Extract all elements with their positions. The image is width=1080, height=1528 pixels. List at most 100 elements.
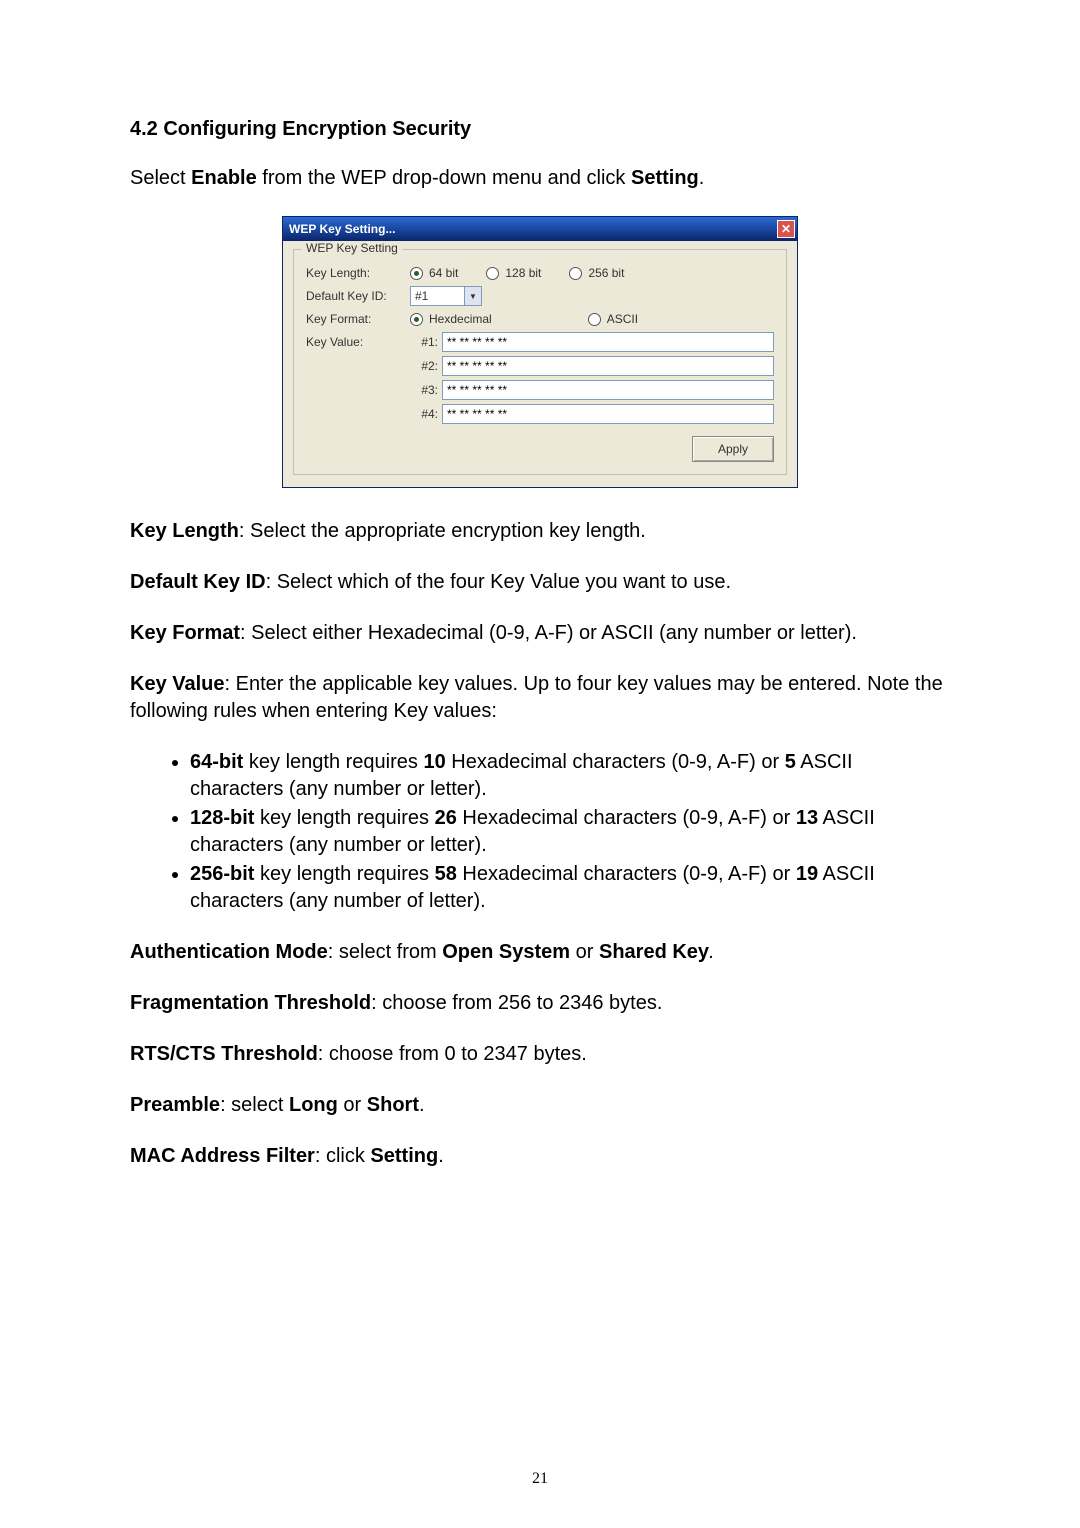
desc-key-value: Key Value: Enter the applicable key valu… <box>130 671 950 725</box>
text: key length requires <box>243 751 423 773</box>
key-length-row: Key Length: 64 bit 128 bit 256 bit <box>306 266 774 280</box>
key-index-2: #2: <box>410 359 442 373</box>
text: Select <box>130 167 191 189</box>
key-value-rules-list: 64-bit key length requires 10 Hexadecima… <box>130 749 950 915</box>
text: : choose from 256 to 2346 bytes. <box>371 992 662 1014</box>
key-value-4-input[interactable] <box>442 404 774 424</box>
desc-key-length: Key Length: Select the appropriate encry… <box>130 518 950 545</box>
text-bold: Key Length <box>130 520 239 542</box>
text-bold: Default Key ID <box>130 571 266 593</box>
radio-256bit-label: 256 bit <box>588 266 624 280</box>
text: : Enter the applicable key values. Up to… <box>130 673 943 722</box>
text: . <box>699 167 705 189</box>
text: : Select which of the four Key Value you… <box>266 571 731 593</box>
key-value-3-input[interactable] <box>442 380 774 400</box>
default-key-id-select[interactable]: #1 ▼ <box>410 286 482 306</box>
key-value-2-input[interactable] <box>442 356 774 376</box>
radio-64bit-label: 64 bit <box>429 266 458 280</box>
text-bold: Setting <box>370 1145 438 1167</box>
key-value-row-2: #2: <box>306 356 774 376</box>
text-bold: RTS/CTS Threshold <box>130 1043 318 1065</box>
radio-hexdecimal[interactable] <box>410 313 423 326</box>
text: . <box>419 1094 425 1116</box>
text-bold: Setting <box>631 167 699 189</box>
desc-authentication-mode: Authentication Mode: select from Open Sy… <box>130 939 950 966</box>
wep-key-setting-fieldset: WEP Key Setting Key Length: 64 bit 128 b… <box>293 249 787 475</box>
text: Hexadecimal characters (0-9, A-F) or <box>457 807 796 829</box>
page-number: 21 <box>0 1470 1080 1488</box>
key-value-label: Key Value: <box>306 335 410 349</box>
select-value: #1 <box>415 289 428 303</box>
text-bold: Authentication Mode <box>130 941 328 963</box>
text-bold: Enable <box>191 167 257 189</box>
text: : click <box>315 1145 371 1167</box>
default-key-id-label: Default Key ID: <box>306 289 410 303</box>
text: or <box>570 941 599 963</box>
key-format-label: Key Format: <box>306 312 410 326</box>
text-bold: Long <box>289 1094 338 1116</box>
desc-default-key-id: Default Key ID: Select which of the four… <box>130 569 950 596</box>
text: : Select either Hexadecimal (0-9, A-F) o… <box>240 622 857 644</box>
text: : select <box>220 1094 289 1116</box>
apply-button[interactable]: Apply <box>692 436 774 462</box>
fieldset-legend: WEP Key Setting <box>302 241 402 255</box>
dialog-title: WEP Key Setting... <box>289 222 395 236</box>
text-bold: Key Value <box>130 673 225 695</box>
text-bold: 19 <box>796 863 818 885</box>
key-value-row-3: #3: <box>306 380 774 400</box>
list-item: 256-bit key length requires 58 Hexadecim… <box>190 861 950 915</box>
wep-key-setting-dialog: WEP Key Setting... ✕ WEP Key Setting Key… <box>282 216 798 488</box>
default-key-id-row: Default Key ID: #1 ▼ <box>306 286 774 306</box>
text-bold: 58 <box>435 863 457 885</box>
text: : Select the appropriate encryption key … <box>239 520 646 542</box>
text-bold: Key Format <box>130 622 240 644</box>
text-bold: Open System <box>442 941 570 963</box>
text: or <box>338 1094 367 1116</box>
key-value-row-4: #4: <box>306 404 774 424</box>
text-bold: Fragmentation Threshold <box>130 992 371 1014</box>
text: . <box>709 941 715 963</box>
radio-ascii-label: ASCII <box>607 312 638 326</box>
key-value-1-input[interactable] <box>442 332 774 352</box>
desc-preamble: Preamble: select Long or Short. <box>130 1092 950 1119</box>
text: : select from <box>328 941 442 963</box>
text: . <box>438 1145 444 1167</box>
text-bold: 64-bit <box>190 751 243 773</box>
key-value-row-1: Key Value: #1: <box>306 332 774 352</box>
desc-mac-address-filter: MAC Address Filter: click Setting. <box>130 1143 950 1170</box>
radio-128bit-label: 128 bit <box>505 266 541 280</box>
list-item: 128-bit key length requires 26 Hexadecim… <box>190 805 950 859</box>
desc-fragmentation-threshold: Fragmentation Threshold: choose from 256… <box>130 990 950 1017</box>
desc-key-format: Key Format: Select either Hexadecimal (0… <box>130 620 950 647</box>
key-index-1: #1: <box>410 335 442 349</box>
text: key length requires <box>254 807 434 829</box>
text: from the WEP drop-down menu and click <box>257 167 631 189</box>
radio-128bit[interactable] <box>486 267 499 280</box>
key-index-3: #3: <box>410 383 442 397</box>
text-bold: 128-bit <box>190 807 254 829</box>
text: Hexadecimal characters (0-9, A-F) or <box>457 863 796 885</box>
radio-64bit[interactable] <box>410 267 423 280</box>
text-bold: Shared Key <box>599 941 709 963</box>
text-bold: Short <box>367 1094 419 1116</box>
text-bold: MAC Address Filter <box>130 1145 315 1167</box>
text: : choose from 0 to 2347 bytes. <box>318 1043 587 1065</box>
text: Hexadecimal characters (0-9, A-F) or <box>446 751 785 773</box>
close-icon: ✕ <box>781 223 791 235</box>
radio-ascii[interactable] <box>588 313 601 326</box>
radio-256bit[interactable] <box>569 267 582 280</box>
key-format-row: Key Format: Hexdecimal ASCII <box>306 312 774 326</box>
key-index-4: #4: <box>410 407 442 421</box>
desc-rts-cts-threshold: RTS/CTS Threshold: choose from 0 to 2347… <box>130 1041 950 1068</box>
text-bold: Preamble <box>130 1094 220 1116</box>
intro-paragraph: Select Enable from the WEP drop-down men… <box>130 165 950 192</box>
text-bold: 26 <box>435 807 457 829</box>
dialog-titlebar: WEP Key Setting... ✕ <box>283 217 797 241</box>
key-length-label: Key Length: <box>306 266 410 280</box>
chevron-down-icon: ▼ <box>464 287 481 305</box>
text-bold: 5 <box>785 751 796 773</box>
text: key length requires <box>254 863 434 885</box>
section-heading: 4.2 Configuring Encryption Security <box>130 118 950 141</box>
text-bold: 10 <box>423 751 445 773</box>
close-button[interactable]: ✕ <box>777 220 795 238</box>
